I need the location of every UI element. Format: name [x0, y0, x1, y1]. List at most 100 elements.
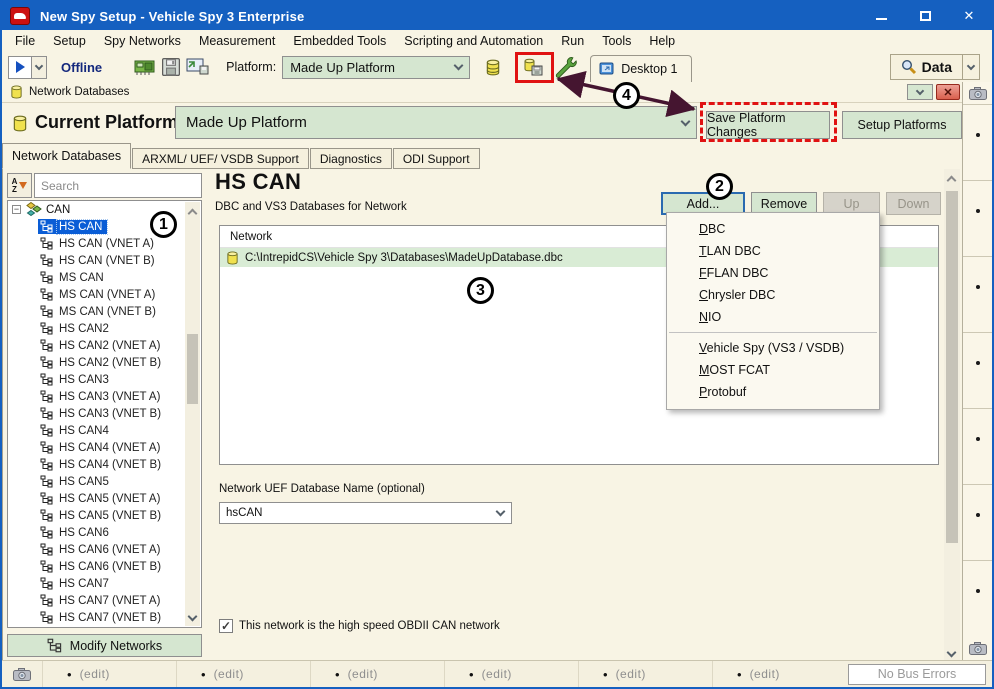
status-edit-segment[interactable]: •(edit) — [42, 661, 176, 687]
tree-item-hs-can6-vnet-a[interactable]: HS CAN6 (VNET A) — [8, 541, 201, 558]
status-edit-segment[interactable]: •(edit) — [578, 661, 712, 687]
tree-item-hs-can4-vnet-a[interactable]: HS CAN4 (VNET A) — [8, 439, 201, 456]
add-menu-item-protobuf[interactable]: Protobuf — [667, 381, 879, 403]
panel-close-button[interactable]: ✕ — [936, 84, 960, 100]
tree-item-hs-can6[interactable]: HS CAN6 — [8, 524, 201, 541]
dock-slot[interactable] — [963, 408, 992, 484]
tab-odi-support[interactable]: ODI Support — [393, 148, 480, 169]
collapse-icon[interactable]: − — [12, 205, 21, 214]
database-setup-button[interactable] — [480, 55, 506, 79]
tree-item-hs-can5[interactable]: HS CAN5 — [8, 473, 201, 490]
tree-item-hs-can-vnet-a[interactable]: HS CAN (VNET A) — [8, 235, 201, 252]
tree-item-hs-can4[interactable]: HS CAN4 — [8, 422, 201, 439]
run-mode-dropdown[interactable] — [32, 56, 47, 79]
tree-item-hs-can5-vnet-b[interactable]: HS CAN5 (VNET B) — [8, 507, 201, 524]
menu-embedded-tools[interactable]: Embedded Tools — [284, 34, 395, 48]
hardware-setup-button[interactable] — [132, 55, 158, 79]
menu-scripting-and-automation[interactable]: Scripting and Automation — [395, 34, 552, 48]
tree-item-ms-can-vnet-a[interactable]: MS CAN (VNET A) — [8, 286, 201, 303]
app-window: New Spy Setup - Vehicle Spy 3 Enterprise… — [0, 0, 994, 689]
search-input[interactable] — [34, 173, 202, 198]
run-button[interactable] — [8, 56, 32, 79]
dock-slot[interactable] — [963, 560, 992, 636]
menu-help[interactable]: Help — [640, 34, 684, 48]
dock-slot[interactable] — [963, 256, 992, 332]
obdii-checkbox[interactable]: ✓ — [219, 619, 233, 633]
camera-icon[interactable] — [963, 82, 992, 104]
add-menu-item-dbc[interactable]: DBC — [667, 218, 879, 240]
current-platform-select[interactable]: Made Up Platform — [175, 106, 697, 139]
dock-slot[interactable] — [963, 180, 992, 256]
setup-platforms-tool-button[interactable] — [552, 55, 578, 79]
platform-select[interactable]: Made Up Platform — [282, 56, 470, 79]
tree-item-hs-can3-vnet-a[interactable]: HS CAN3 (VNET A) — [8, 388, 201, 405]
tab-desktop-1[interactable]: Desktop 1 — [590, 55, 692, 82]
current-platform-value: Made Up Platform — [186, 114, 307, 131]
tab-arxml-uef-vsdb-support[interactable]: ARXML/ UEF/ VSDB Support — [132, 148, 309, 169]
tab-diagnostics[interactable]: Diagnostics — [310, 148, 392, 169]
main-scrollbar[interactable] — [944, 169, 960, 662]
save-setup-button[interactable] — [158, 55, 184, 79]
status-edit-segment[interactable]: •(edit) — [176, 661, 310, 687]
tree-item-hs-can-vnet-b[interactable]: HS CAN (VNET B) — [8, 252, 201, 269]
add-menu-item-fflan-dbc[interactable]: FFLAN DBC — [667, 262, 879, 284]
status-edit-segment[interactable]: •(edit) — [712, 661, 846, 687]
tree-item-hs-can2-vnet-b[interactable]: HS CAN2 (VNET B) — [8, 354, 201, 371]
bus-status: No Bus Errors — [848, 664, 986, 685]
menu-file[interactable]: File — [6, 34, 44, 48]
tree-item-ms-can-vnet-b[interactable]: MS CAN (VNET B) — [8, 303, 201, 320]
status-edit-segment[interactable]: •(edit) — [444, 661, 578, 687]
connection-status: Offline — [61, 60, 102, 75]
data-button[interactable]: Data — [890, 54, 980, 80]
menu-spy-networks[interactable]: Spy Networks — [95, 34, 190, 48]
tree-item-hs-can6-vnet-b[interactable]: HS CAN6 (VNET B) — [8, 558, 201, 575]
tab-network-databases[interactable]: Network Databases — [2, 143, 131, 169]
scroll-up-icon[interactable] — [947, 176, 957, 186]
add-menu-item-most-fcat[interactable]: MOST FCAT — [667, 359, 879, 381]
tree-item-hs-can7[interactable]: HS CAN7 — [8, 575, 201, 592]
setup-platforms-button[interactable]: Setup Platforms — [842, 111, 962, 139]
add-menu-item-nio[interactable]: NIO — [667, 306, 879, 328]
camera-icon[interactable] — [963, 636, 992, 660]
menu-run[interactable]: Run — [552, 34, 593, 48]
dock-dot-icon — [976, 285, 980, 289]
dock-slot[interactable] — [963, 484, 992, 560]
scroll-down-icon[interactable] — [947, 648, 957, 658]
scroll-down-icon[interactable] — [188, 612, 198, 622]
add-menu-item-tlan-dbc[interactable]: TLAN DBC — [667, 240, 879, 262]
tree-item-hs-can3[interactable]: HS CAN3 — [8, 371, 201, 388]
menu-tools[interactable]: Tools — [593, 34, 640, 48]
tree-item-ms-can[interactable]: MS CAN — [8, 269, 201, 286]
menu-measurement[interactable]: Measurement — [190, 34, 284, 48]
tree-item-hs-can3-vnet-b[interactable]: HS CAN3 (VNET B) — [8, 405, 201, 422]
camera-icon[interactable] — [2, 668, 42, 681]
menu-setup[interactable]: Setup — [44, 34, 95, 48]
uef-name-select[interactable]: hsCAN — [219, 502, 512, 524]
data-dropdown[interactable] — [962, 55, 979, 79]
tree-item-hs-can4-vnet-b[interactable]: HS CAN4 (VNET B) — [8, 456, 201, 473]
minimize-button[interactable] — [872, 8, 890, 24]
scroll-up-icon[interactable] — [188, 209, 198, 219]
sort-button[interactable]: AZ — [7, 173, 32, 198]
status-edit-segment[interactable]: •(edit) — [310, 661, 444, 687]
tree-scrollbar[interactable] — [185, 202, 200, 626]
maximize-button[interactable] — [916, 8, 934, 24]
desktop-tab-label: Desktop 1 — [621, 62, 677, 76]
tree-scrollbar-thumb[interactable] — [187, 334, 198, 404]
dock-slot[interactable] — [963, 104, 992, 180]
modify-networks-button[interactable]: Modify Networks — [7, 634, 202, 657]
tree-item-hs-can5-vnet-a[interactable]: HS CAN5 (VNET A) — [8, 490, 201, 507]
close-button[interactable]: ✕ — [960, 8, 978, 24]
main-scrollbar-thumb[interactable] — [946, 191, 958, 543]
tree-item-hs-can2-vnet-a[interactable]: HS CAN2 (VNET A) — [8, 337, 201, 354]
down-button[interactable]: Down — [886, 192, 941, 215]
dock-slot[interactable] — [963, 332, 992, 408]
tree-item-hs-can7-vnet-b[interactable]: HS CAN7 (VNET B) — [8, 609, 201, 626]
add-menu-item-chrysler-dbc[interactable]: Chrysler DBC — [667, 284, 879, 306]
add-menu-item-vehicle-spy-vs3-vsdb[interactable]: Vehicle Spy (VS3 / VSDB) — [667, 337, 879, 359]
tree-item-label: HS CAN7 — [57, 577, 114, 591]
open-setup-button[interactable] — [184, 55, 210, 79]
panel-collapse-button[interactable] — [907, 84, 933, 100]
tree-item-hs-can2[interactable]: HS CAN2 — [8, 320, 201, 337]
tree-item-hs-can7-vnet-a[interactable]: HS CAN7 (VNET A) — [8, 592, 201, 609]
